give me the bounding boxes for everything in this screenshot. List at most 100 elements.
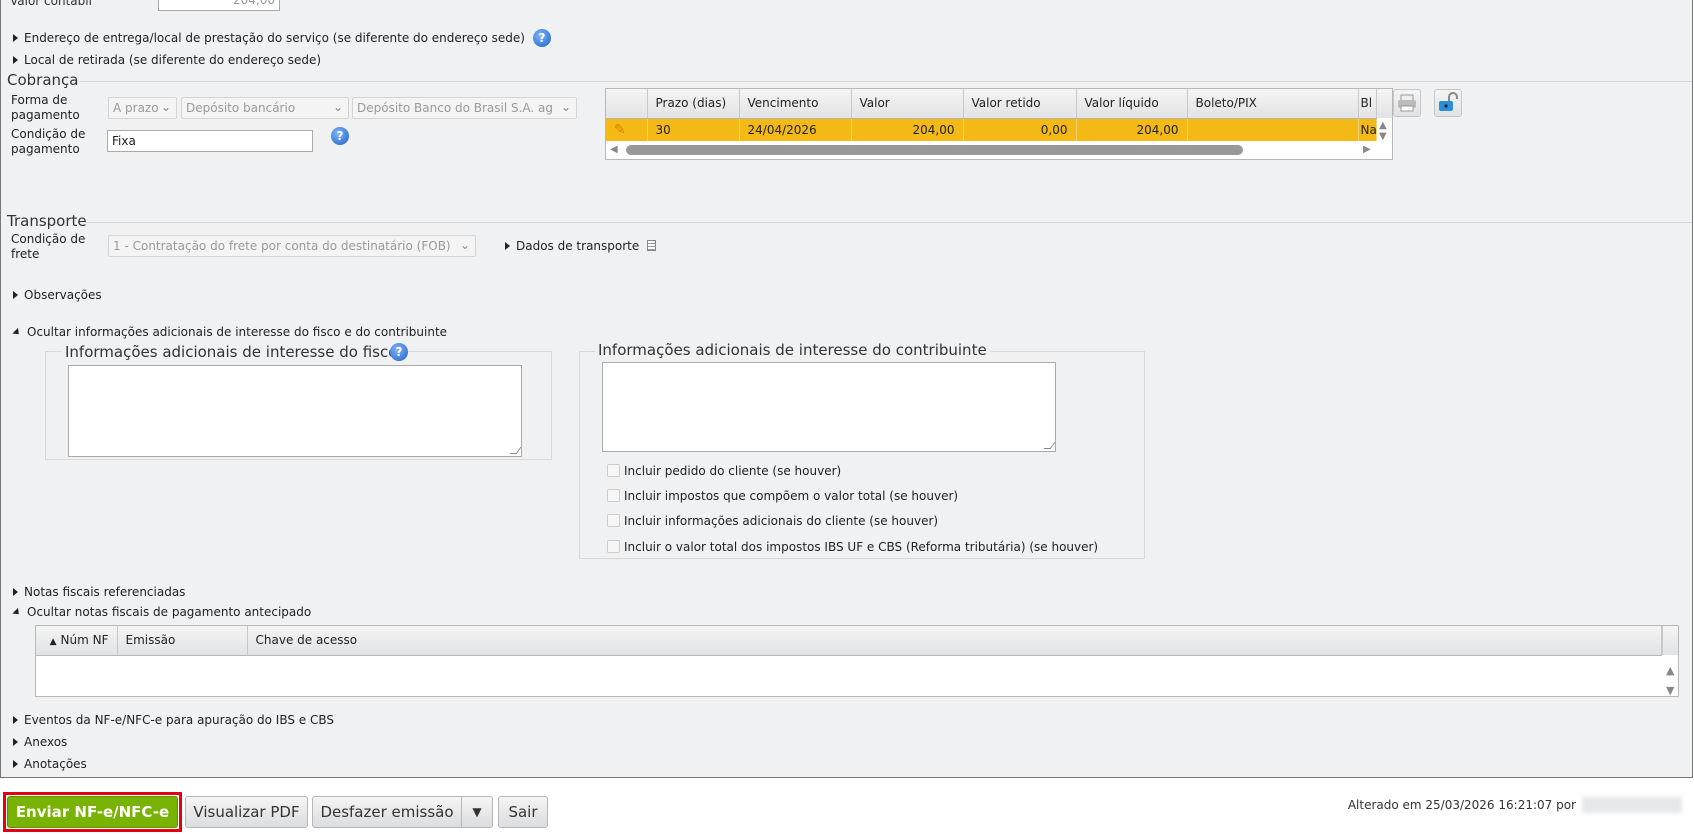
transporte-section-title: Transporte: [7, 212, 87, 230]
toggle-label: Dados de transporte: [516, 239, 640, 253]
checkbox-incluir-info-cliente[interactable]: Incluir informações adicionais do client…: [607, 514, 938, 528]
visualizar-pdf-button[interactable]: Visualizar PDF: [185, 796, 308, 828]
checkbox[interactable]: [607, 489, 620, 502]
expand-arrow-icon: [13, 56, 18, 64]
scroll-left-arrow[interactable]: ◀: [610, 144, 618, 155]
grid-corner: [1662, 626, 1678, 655]
unlock-icon: [1439, 92, 1458, 111]
chevron-down-icon: ⌄: [459, 238, 470, 252]
forma-meio-select[interactable]: Depósito bancário ⌄: [181, 97, 349, 119]
expand-arrow-icon: [13, 34, 18, 42]
column-header-emissao[interactable]: Emissão: [117, 626, 248, 656]
enviar-nfe-button[interactable]: Enviar NF-e/NFC-e: [7, 796, 178, 828]
desfazer-emissao-button[interactable]: Desfazer emissão: [312, 796, 462, 828]
toggle-anexos[interactable]: Anexos: [13, 735, 67, 749]
checkbox-label: Incluir pedido do cliente (se houver): [624, 464, 842, 478]
column-header[interactable]: Vencimento: [739, 89, 852, 119]
alterado-em-text: Alterado em 25/03/2026 16:21:07 por: [1347, 798, 1576, 812]
cell-vencimento: 24/04/2026: [739, 118, 852, 141]
expand-arrow-icon: [13, 716, 18, 724]
toggle-local-retirada[interactable]: Local de retirada (se diferente do ender…: [13, 53, 321, 67]
fisco-title: Informações adicionais de interesse do f…: [62, 343, 401, 361]
help-icon[interactable]: ?: [533, 29, 551, 47]
pencil-icon[interactable]: ✎: [606, 118, 648, 141]
forma-conta-select[interactable]: Depósito Banco do Brasil S.A. ag ⌄: [352, 97, 577, 119]
help-icon[interactable]: ?: [390, 343, 408, 361]
toggle-endereco-entrega[interactable]: Endereço de entrega/local de prestação d…: [13, 31, 525, 45]
toggle-dados-transporte[interactable]: Dados de transporte: [505, 239, 657, 253]
toggle-observacoes[interactable]: Observações: [13, 288, 102, 302]
checkbox[interactable]: [607, 540, 620, 553]
select-value: A prazo: [113, 101, 159, 115]
sort-asc-icon: ▲: [49, 637, 57, 648]
cell-bl: Na: [1358, 118, 1377, 141]
sair-button[interactable]: Sair: [498, 796, 548, 828]
contribuinte-title: Informações adicionais de interesse do c…: [595, 341, 990, 359]
checkbox-label: Incluir o valor total dos impostos IBS U…: [624, 540, 1099, 554]
grid-header-row: Prazo (dias) Vencimento Valor Valor reti…: [606, 89, 1377, 119]
cobranca-section-title: Cobrança: [7, 71, 79, 89]
toggle-ocultar-info[interactable]: Ocultar informações adicionais de intere…: [12, 325, 448, 339]
column-label: Núm NF: [60, 633, 109, 648]
column-header[interactable]: Valor retido: [963, 89, 1077, 119]
divider: [80, 81, 1692, 82]
horizontal-scrollbar[interactable]: [626, 145, 1243, 155]
toggle-label: Observações: [24, 288, 102, 302]
printer-icon: [1398, 94, 1416, 112]
document-icon: [647, 240, 657, 251]
checkbox-incluir-pedido[interactable]: Incluir pedido do cliente (se houver): [607, 464, 841, 478]
unlock-button[interactable]: [1434, 89, 1462, 117]
valor-contabil-input[interactable]: 204,00: [158, 0, 280, 11]
notas-antecipado-grid: ▲ Núm NF Emissão Chave de acesso ▲ ▼: [35, 625, 1679, 697]
expand-arrow-icon: [13, 760, 18, 768]
column-header[interactable]: Bl: [1358, 89, 1377, 119]
table-row[interactable]: ✎ 30 24/04/2026 204,00 0,00 204,00 Na: [606, 118, 1377, 141]
expand-arrow-icon: [13, 588, 18, 596]
scroll-right-arrow[interactable]: ▶: [1363, 144, 1371, 155]
toggle-label: Notas fiscais referenciadas: [24, 585, 186, 599]
column-header[interactable]: Prazo (dias): [647, 89, 740, 119]
toggle-label: Local de retirada (se diferente do ender…: [24, 53, 322, 67]
toggle-label: Anexos: [24, 735, 68, 749]
fisco-textarea[interactable]: [68, 365, 522, 457]
parcelas-grid: Prazo (dias) Vencimento Valor Valor reti…: [605, 88, 1393, 160]
condicao-frete-select[interactable]: 1 - Contratação do frete por conta do de…: [108, 235, 476, 257]
toggle-anotacoes[interactable]: Anotações: [13, 757, 87, 771]
desfazer-dropdown-button[interactable]: ▼: [461, 796, 493, 828]
forma-tipo-select[interactable]: A prazo ⌄: [108, 97, 177, 119]
column-header[interactable]: Valor líquido: [1076, 89, 1188, 119]
divider: [85, 222, 1692, 223]
column-header[interactable]: Valor: [851, 89, 964, 119]
toggle-label: Endereço de entrega/local de prestação d…: [24, 31, 525, 45]
expand-arrow-icon: [505, 242, 510, 250]
contribuinte-textarea[interactable]: [602, 362, 1056, 452]
print-button[interactable]: [1393, 89, 1421, 117]
cell-valor-retido: 0,00: [963, 118, 1077, 141]
checkbox-incluir-ibs-cbs[interactable]: Incluir o valor total dos impostos IBS U…: [607, 540, 1098, 554]
column-header-num-nf[interactable]: ▲ Núm NF: [36, 626, 118, 656]
checkbox-incluir-impostos[interactable]: Incluir impostos que compõem o valor tot…: [607, 489, 958, 503]
select-value: 1 - Contratação do frete por conta do de…: [113, 239, 451, 253]
help-icon[interactable]: ?: [331, 127, 349, 145]
condicao-frete-label: Condição de frete: [11, 232, 86, 261]
chevron-down-icon: ⌄: [332, 100, 343, 114]
column-header[interactable]: Boleto/PIX: [1187, 89, 1359, 119]
condicao-pagamento-input[interactable]: Fixa: [107, 130, 313, 152]
collapse-arrow-icon: [12, 327, 22, 338]
toggle-notas-referenciadas[interactable]: Notas fiscais referenciadas: [13, 585, 185, 599]
toggle-ocultar-notas[interactable]: Ocultar notas fiscais de pagamento antec…: [12, 605, 312, 619]
toggle-label: Ocultar informações adicionais de intere…: [27, 325, 448, 339]
cell-valor-liquido: 204,00: [1076, 118, 1188, 141]
select-value: Depósito Banco do Brasil S.A. ag: [357, 101, 554, 115]
forma-pagamento-label: Forma de pagamento: [11, 93, 80, 122]
checkbox[interactable]: [607, 514, 620, 527]
checkbox[interactable]: [607, 464, 620, 477]
cell-boleto: [1187, 118, 1359, 141]
vertical-scroll-arrows[interactable]: ▲ ▼: [1379, 120, 1387, 142]
column-header-chave[interactable]: Chave de acesso: [247, 626, 1662, 656]
toggle-eventos[interactable]: Eventos da NF-e/NFC-e para apuração do I…: [13, 713, 334, 727]
vertical-scroll-arrows[interactable]: ▲ ▼: [1666, 661, 1674, 696]
toggle-label: Ocultar notas fiscais de pagamento antec…: [27, 605, 312, 619]
checkbox-label: Incluir impostos que compõem o valor tot…: [624, 489, 959, 503]
cell-valor: 204,00: [851, 118, 964, 141]
